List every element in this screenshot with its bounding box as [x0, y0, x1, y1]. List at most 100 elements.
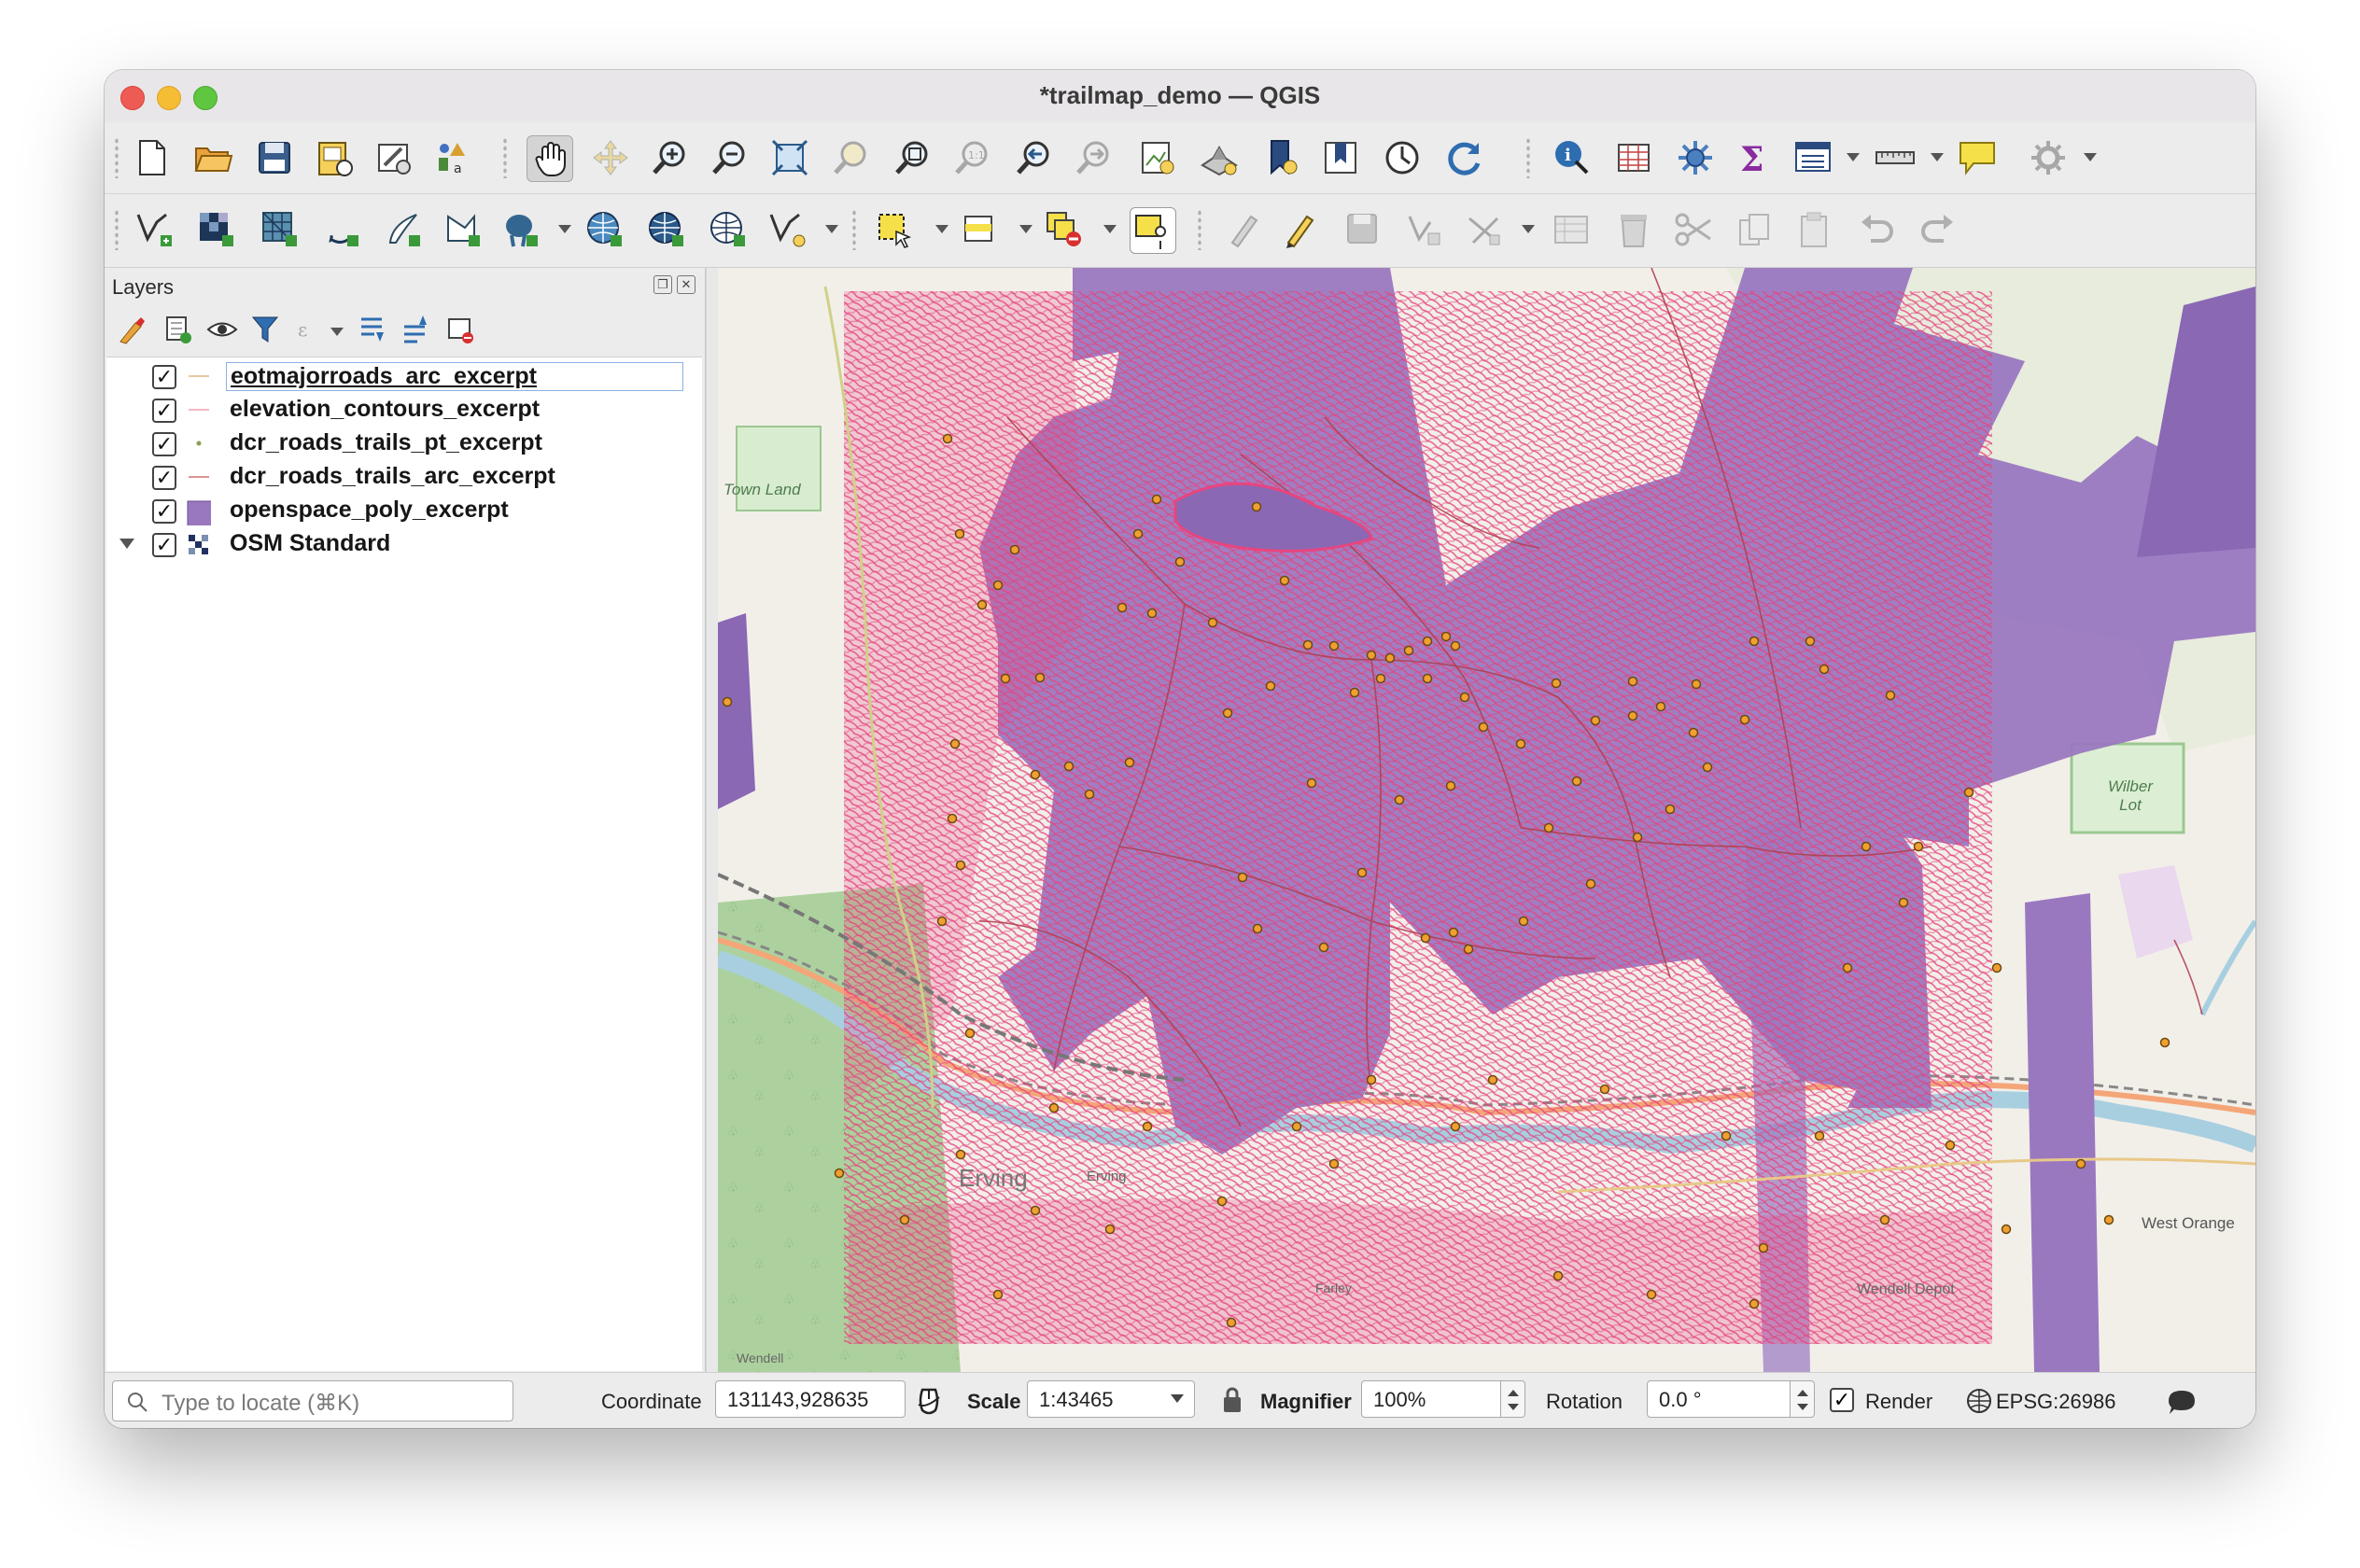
- collapse-all-icon[interactable]: [396, 311, 433, 348]
- globe-icon[interactable]: [1966, 1388, 1992, 1414]
- attribute-dropdown-arrow[interactable]: [1847, 153, 1860, 161]
- undo-icon[interactable]: [1854, 207, 1899, 252]
- select-dropdown-arrow[interactable]: [935, 225, 948, 233]
- toggle-editing-icon[interactable]: [1279, 207, 1324, 252]
- zoom-next-icon[interactable]: [1072, 135, 1117, 180]
- layer-visibility-checkbox[interactable]: ✓: [152, 533, 176, 557]
- new-shapefile-layer-icon[interactable]: [133, 207, 177, 252]
- add-wcs-icon[interactable]: [644, 207, 689, 252]
- cut-features-icon[interactable]: [1671, 207, 1716, 252]
- open-project-icon[interactable]: [190, 135, 235, 180]
- select-value-dropdown-arrow[interactable]: [1019, 225, 1032, 233]
- add-vector-tile-icon[interactable]: [766, 207, 810, 252]
- magnifier-spinner[interactable]: [1501, 1380, 1525, 1418]
- layer-item-dcr-roads-trails-arc[interactable]: ✓ dcr_roads_trails_arc_excerpt: [106, 460, 702, 494]
- select-features-icon[interactable]: [872, 207, 917, 252]
- add-mesh-layer-icon[interactable]: [258, 207, 302, 252]
- add-wms-icon[interactable]: [583, 207, 627, 252]
- layer-name[interactable]: OSM Standard: [230, 530, 390, 557]
- toolbar-grip[interactable]: [851, 209, 857, 250]
- layer-item-eotmajorroads[interactable]: ✓ eotmajorroads_arc_excerpt: [106, 359, 702, 393]
- add-layer-dropdown-arrow[interactable]: [825, 225, 838, 233]
- toolbar-grip[interactable]: [114, 209, 119, 250]
- add-raster-layer-icon[interactable]: [194, 207, 239, 252]
- layer-name[interactable]: openspace_poly_excerpt: [230, 497, 509, 524]
- manage-visibility-icon[interactable]: [204, 311, 241, 348]
- measure-dropdown-arrow[interactable]: [1931, 153, 1944, 161]
- zoom-native-resolution-icon[interactable]: 1:1: [950, 135, 995, 180]
- digitizing-icon[interactable]: [1223, 207, 1268, 252]
- rotation-spinner[interactable]: [1791, 1380, 1815, 1418]
- paste-features-icon[interactable]: [1792, 207, 1837, 252]
- pan-to-selection-icon[interactable]: [588, 135, 633, 180]
- open-layer-styling-icon[interactable]: [114, 311, 151, 348]
- layer-item-openspace-poly[interactable]: ✓ openspace_poly_excerpt: [106, 494, 702, 527]
- filter-legend-icon[interactable]: [246, 311, 284, 348]
- style-manager-icon[interactable]: [372, 135, 416, 180]
- layer-visibility-checkbox[interactable]: ✓: [152, 466, 176, 490]
- remove-layer-icon[interactable]: [441, 311, 478, 348]
- settings-dropdown-arrow[interactable]: [2084, 153, 2097, 161]
- lock-icon[interactable]: [1221, 1386, 1243, 1414]
- close-panel-icon[interactable]: ✕: [677, 275, 695, 294]
- layer-name[interactable]: dcr_roads_trails_arc_excerpt: [230, 463, 555, 490]
- mouse-coordinate-toggle-icon[interactable]: [915, 1386, 943, 1416]
- vertex-tool-icon[interactable]: [1402, 207, 1447, 252]
- new-map-view-icon[interactable]: [1135, 135, 1180, 180]
- float-panel-icon[interactable]: ❐: [653, 275, 672, 294]
- database-dropdown-arrow[interactable]: [558, 225, 571, 233]
- coordinate-field[interactable]: 131143,928635: [715, 1380, 906, 1418]
- modify-attributes-icon[interactable]: [1550, 207, 1594, 252]
- layer-visibility-checkbox[interactable]: ✓: [152, 432, 176, 456]
- redo-icon[interactable]: [1916, 207, 1960, 252]
- map-tips-icon[interactable]: [1955, 135, 2000, 180]
- filter-by-expression-icon[interactable]: ε: [291, 311, 329, 348]
- open-attribute-table-icon[interactable]: [1611, 135, 1656, 180]
- scale-dropdown-arrow[interactable]: [1171, 1394, 1184, 1403]
- layer-visibility-checkbox[interactable]: ✓: [152, 365, 176, 389]
- scale-field[interactable]: 1:43465: [1027, 1380, 1195, 1418]
- new-print-layout-icon[interactable]: [312, 135, 357, 180]
- toolbox-icon[interactable]: [1673, 135, 1718, 180]
- toolbar-grip[interactable]: [114, 137, 119, 178]
- temporal-controller-icon[interactable]: [1380, 135, 1425, 180]
- layer-name[interactable]: dcr_roads_trails_pt_excerpt: [230, 429, 542, 456]
- new-3d-map-view-icon[interactable]: [1197, 135, 1242, 180]
- zoom-to-layer-icon[interactable]: [891, 135, 935, 180]
- layer-name[interactable]: eotmajorroads_arc_excerpt: [226, 362, 683, 391]
- add-delimited-text-icon[interactable]: ,: [319, 207, 364, 252]
- settings-icon[interactable]: [2026, 135, 2071, 180]
- advanced-digitizing-icon[interactable]: [1462, 207, 1507, 252]
- magnifier-field[interactable]: 100%: [1361, 1380, 1501, 1418]
- panel-splitter[interactable]: [706, 268, 718, 1372]
- layer-visibility-checkbox[interactable]: ✓: [152, 399, 176, 423]
- toolbar-grip[interactable]: [1525, 137, 1531, 178]
- layer-item-osm-standard[interactable]: ✓ OSM Standard: [106, 527, 702, 561]
- layer-name[interactable]: elevation_contours_excerpt: [230, 396, 540, 423]
- new-project-icon[interactable]: [129, 135, 174, 180]
- layer-item-elevation-contours[interactable]: ✓ elevation_contours_excerpt: [106, 393, 702, 427]
- add-spatialite-icon[interactable]: [381, 207, 426, 252]
- select-by-value-icon[interactable]: [958, 207, 1003, 252]
- chevron-down-icon[interactable]: [119, 539, 134, 549]
- locator-search-input[interactable]: Type to locate (⌘K): [112, 1380, 513, 1421]
- toolbar-grip[interactable]: [1197, 209, 1202, 250]
- crs-button[interactable]: EPSG:26986: [1996, 1390, 2115, 1414]
- measure-line-icon[interactable]: [1873, 135, 1918, 180]
- zoom-out-icon[interactable]: [708, 135, 752, 180]
- digitize-dropdown-arrow[interactable]: [1522, 225, 1535, 233]
- zoom-in-icon[interactable]: [648, 135, 693, 180]
- add-postgis-icon[interactable]: [499, 207, 543, 252]
- deselect-dropdown-arrow[interactable]: [1103, 225, 1117, 233]
- save-edits-icon[interactable]: [1341, 207, 1385, 252]
- add-group-icon[interactable]: [159, 311, 196, 348]
- zoom-to-selection-icon[interactable]: [829, 135, 874, 180]
- filter-dropdown-arrow[interactable]: [330, 328, 344, 336]
- save-project-icon[interactable]: [252, 135, 297, 180]
- delete-selected-icon[interactable]: [1611, 207, 1656, 252]
- deselect-all-icon[interactable]: [1042, 207, 1087, 252]
- messages-icon[interactable]: [2166, 1388, 2198, 1416]
- add-feature-icon[interactable]: [1130, 207, 1176, 254]
- refresh-icon[interactable]: [1441, 135, 1486, 180]
- show-bookmarks-icon[interactable]: [1318, 135, 1363, 180]
